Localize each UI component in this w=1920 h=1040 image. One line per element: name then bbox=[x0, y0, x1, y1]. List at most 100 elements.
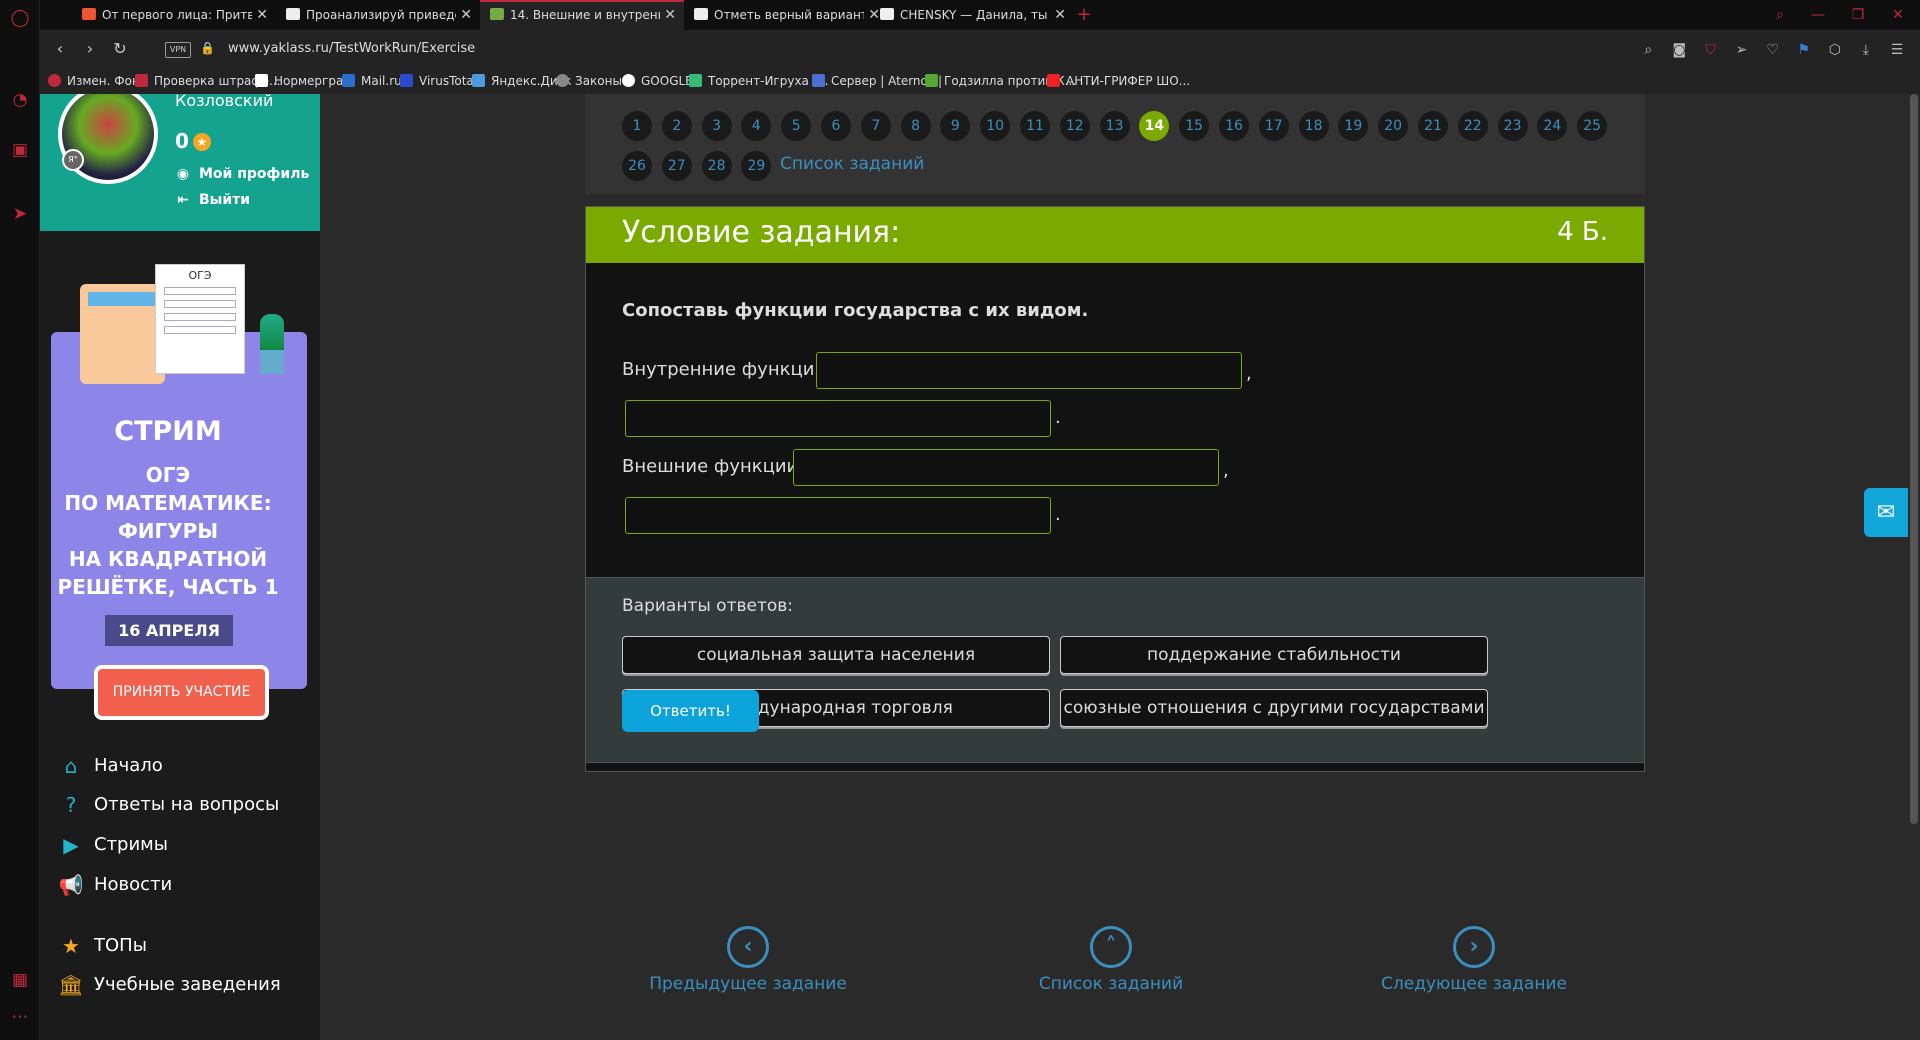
bookmark[interactable]: АНТИ-ГРИФЕР ШО... bbox=[1047, 74, 1190, 88]
menu-item-answers[interactable]: ? Ответы на вопросы bbox=[58, 791, 280, 819]
tab-3-active[interactable]: 14. Внешние и внутренни ✕ bbox=[480, 0, 684, 30]
bookmark[interactable]: VirusTotal bbox=[400, 74, 477, 88]
external-drop-slot-2[interactable] bbox=[625, 497, 1051, 534]
flag-icon[interactable]: ⚑ bbox=[1791, 39, 1817, 61]
tab-1[interactable]: От первого лица: Притвор✕ bbox=[72, 0, 276, 30]
extensions-icon[interactable]: ▦ bbox=[8, 968, 32, 992]
internal-drop-slot-2[interactable] bbox=[625, 400, 1051, 437]
page-number-22[interactable]: 22 bbox=[1457, 111, 1488, 141]
back-button[interactable]: ‹ bbox=[50, 39, 70, 59]
answers-title: Варианты ответов: bbox=[622, 596, 794, 616]
heart-icon[interactable]: ♡ bbox=[1760, 39, 1786, 61]
page-number-6[interactable]: 6 bbox=[821, 111, 851, 141]
cube-icon[interactable]: ⬡ bbox=[1822, 39, 1848, 61]
page-number-12[interactable]: 12 bbox=[1059, 111, 1090, 141]
page-number-17[interactable]: 17 bbox=[1258, 111, 1289, 141]
logout-link[interactable]: ⇤ Выйти bbox=[175, 192, 250, 208]
page-number-2[interactable]: 2 bbox=[661, 111, 692, 141]
page-number-20[interactable]: 20 bbox=[1378, 111, 1409, 141]
bookmark[interactable]: Законы. bbox=[556, 74, 626, 88]
participate-button[interactable]: ПРИНЯТЬ УЧАСТИЕ bbox=[94, 665, 269, 720]
maximize-button[interactable]: ❐ bbox=[1840, 0, 1876, 30]
page-number-28[interactable]: 28 bbox=[701, 151, 732, 181]
bookmark[interactable]: Нормерграм bbox=[255, 74, 352, 88]
tab-4[interactable]: Отметь верный вариант. ✕ bbox=[684, 0, 888, 30]
page-number-14[interactable]: 14 bbox=[1139, 111, 1170, 141]
page-number-16[interactable]: 16 bbox=[1219, 111, 1249, 141]
feedback-mail-button[interactable]: ✉ bbox=[1864, 488, 1908, 537]
page-number-24[interactable]: 24 bbox=[1537, 111, 1568, 141]
close-tab-icon[interactable]: ✕ bbox=[256, 0, 268, 30]
page-number-5[interactable]: 5 bbox=[781, 111, 812, 141]
menu-item-news[interactable]: 📢 Новости bbox=[58, 871, 173, 899]
page-number-29[interactable]: 29 bbox=[741, 151, 772, 181]
page-number-7[interactable]: 7 bbox=[860, 111, 891, 141]
vpn-badge[interactable]: VPN bbox=[165, 42, 191, 58]
camera-icon[interactable]: ◙ bbox=[1666, 39, 1692, 61]
workspace-icon[interactable]: ▣ bbox=[8, 138, 32, 162]
bookmark[interactable]: Mail.ru bbox=[342, 74, 402, 88]
more-icon[interactable]: ⋯ bbox=[8, 1005, 32, 1029]
settings-sliders-icon[interactable]: ☰ bbox=[1884, 39, 1910, 61]
page-number-18[interactable]: 18 bbox=[1298, 111, 1329, 141]
task-list-bottom-link[interactable]: ˄ Список заданий bbox=[1001, 926, 1221, 1006]
answer-chip[interactable]: социальная защита населения bbox=[622, 636, 1050, 674]
menu-item-tops[interactable]: ★ ТОПы bbox=[58, 932, 147, 960]
page-number-13[interactable]: 13 bbox=[1099, 111, 1130, 141]
user-name[interactable]: Козловский bbox=[175, 94, 273, 110]
prev-task-link[interactable]: ‹ Предыдущее задание bbox=[638, 926, 858, 1006]
speed-dial-icon[interactable]: ◔ bbox=[8, 88, 32, 112]
submit-button[interactable]: Ответить! bbox=[622, 690, 759, 732]
bookmark[interactable]: Сервер | Aternos | bbox=[812, 74, 942, 88]
internal-drop-slot-1[interactable] bbox=[816, 352, 1242, 389]
page-number-15[interactable]: 15 bbox=[1179, 111, 1210, 141]
telegram-icon[interactable]: ➤ bbox=[8, 202, 32, 226]
search-tabs-icon[interactable]: ⌕ bbox=[1762, 0, 1798, 30]
page-number-23[interactable]: 23 bbox=[1497, 111, 1528, 141]
close-tab-icon[interactable]: ✕ bbox=[664, 2, 676, 29]
bookmark[interactable]: Торрент-Игруха -... bbox=[689, 74, 829, 88]
lock-icon[interactable]: 🔒 bbox=[200, 41, 215, 55]
page-number-19[interactable]: 19 bbox=[1338, 111, 1369, 141]
page-number-1[interactable]: 1 bbox=[622, 111, 652, 141]
page-number-21[interactable]: 21 bbox=[1418, 111, 1448, 141]
page-number-10[interactable]: 10 bbox=[980, 111, 1011, 141]
menu-item-home[interactable]: ⌂ Начало bbox=[58, 752, 163, 780]
download-icon[interactable]: ⤓ bbox=[1853, 39, 1879, 61]
close-window-button[interactable]: ✕ bbox=[1880, 0, 1916, 30]
page-number-25[interactable]: 25 bbox=[1577, 111, 1608, 141]
forward-button[interactable]: › bbox=[80, 39, 100, 59]
new-tab-button[interactable]: + bbox=[1073, 0, 1095, 30]
menu-item-streams[interactable]: ▶ Стримы bbox=[58, 831, 168, 859]
task-list-link[interactable]: Список заданий bbox=[780, 154, 924, 174]
page-number-3[interactable]: 3 bbox=[701, 111, 732, 141]
minimize-button[interactable]: — bbox=[1800, 0, 1836, 30]
reload-button[interactable]: ↻ bbox=[110, 39, 130, 59]
opera-logo-icon[interactable]: ◯ bbox=[8, 6, 32, 30]
page-number-26[interactable]: 26 bbox=[622, 151, 652, 181]
tab-5[interactable]: CHENSKY — Данила, ты чт ✕ bbox=[870, 0, 1074, 30]
url-field[interactable]: www.yaklass.ru/TestWorkRun/Exercise bbox=[228, 41, 475, 56]
book-icon bbox=[490, 8, 504, 20]
external-drop-slot-1[interactable] bbox=[793, 449, 1219, 486]
bookmark[interactable]: GOOGLE bbox=[622, 74, 693, 88]
page-number-27[interactable]: 27 bbox=[661, 151, 692, 181]
my-profile-link[interactable]: ◉ Мой профиль bbox=[175, 166, 309, 182]
adblock-icon[interactable]: ⛉ bbox=[1697, 39, 1723, 61]
answer-chip[interactable]: союзные отношения с другими государствам… bbox=[1060, 689, 1488, 727]
scrollbar-thumb[interactable] bbox=[1910, 94, 1918, 824]
page-number-4[interactable]: 4 bbox=[741, 111, 772, 141]
page-number-11[interactable]: 11 bbox=[1020, 111, 1050, 141]
send-icon[interactable]: ➢ bbox=[1729, 39, 1755, 61]
menu-item-institutions[interactable]: 🏛 Учебные заведения bbox=[58, 971, 280, 999]
page-scrollbar[interactable] bbox=[1908, 94, 1920, 1040]
bookmark[interactable]: Измен. Фон. bbox=[48, 74, 144, 88]
page-number-9[interactable]: 9 bbox=[940, 111, 971, 141]
answer-chip[interactable]: поддержание стабильности bbox=[1060, 636, 1488, 674]
close-tab-icon[interactable]: ✕ bbox=[460, 0, 472, 30]
close-tab-icon[interactable]: ✕ bbox=[1054, 0, 1066, 30]
next-task-link[interactable]: › Следующее задание bbox=[1364, 926, 1584, 1006]
tab-2[interactable]: Проанализируй приведё ✕ bbox=[276, 0, 480, 30]
page-number-8[interactable]: 8 bbox=[900, 111, 931, 141]
zoom-icon[interactable]: ⌕ bbox=[1635, 39, 1661, 61]
